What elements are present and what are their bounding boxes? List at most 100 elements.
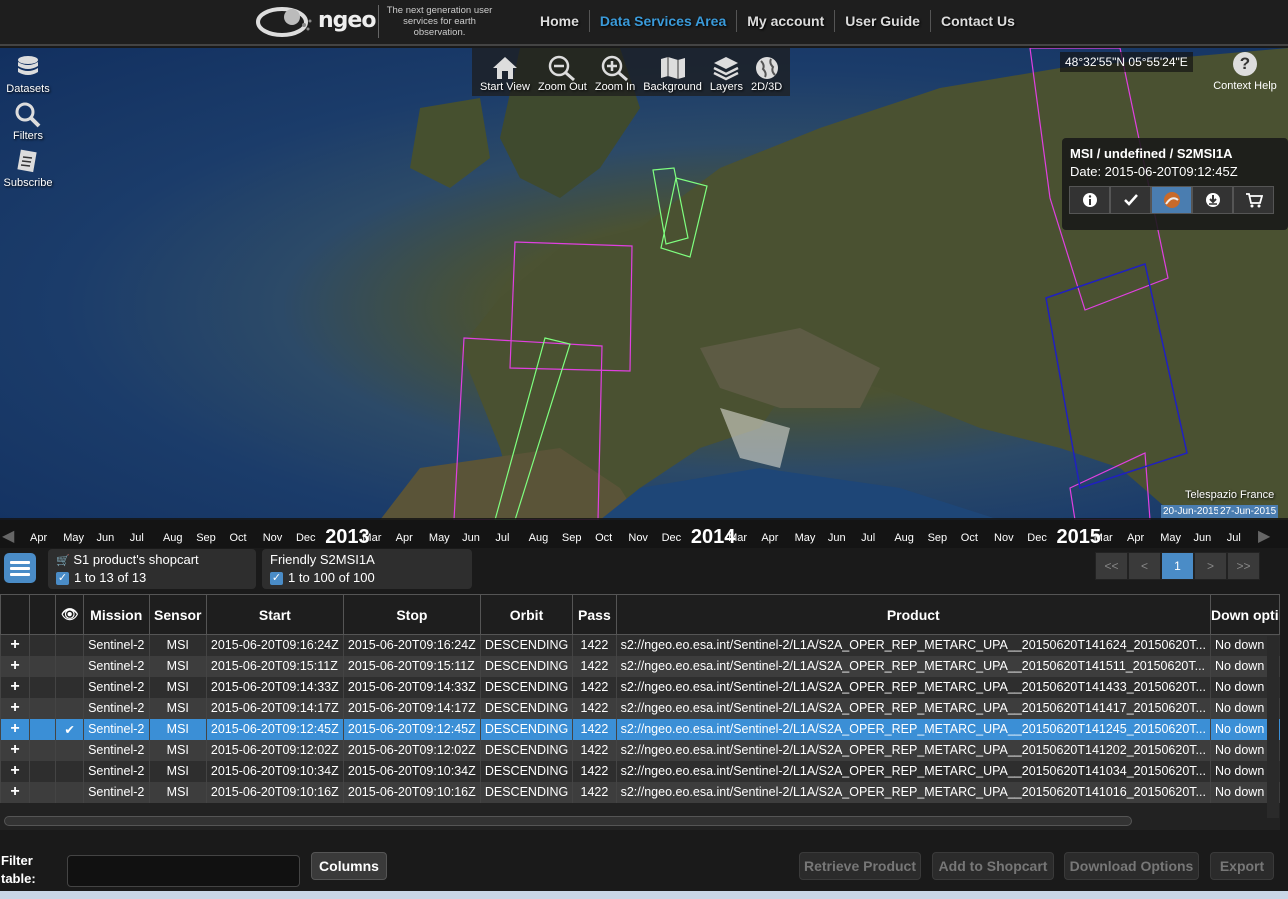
- expand-row-button[interactable]: +: [0, 634, 30, 656]
- dataset-tab-shopcart[interactable]: 🛒 S1 product's shopcart ✓ 1 to 13 of 13: [48, 549, 256, 589]
- datasets-tool[interactable]: Datasets: [0, 48, 56, 95]
- table-row[interactable]: + Sentinel-2 MSI 2015-06-20T09:10:16Z 2015-0…: [0, 781, 1280, 803]
- cell-mission: Sentinel-2: [82, 634, 150, 656]
- timeline-month-label: Dec: [1027, 532, 1047, 544]
- table-row[interactable]: + Sentinel-2 MSI 2015-06-20T09:14:33Z 2015-0…: [0, 676, 1280, 698]
- timeline-selection-start[interactable]: 20-Jun-2015: [1161, 505, 1222, 518]
- zoom-in-tool[interactable]: Zoom In: [591, 48, 639, 96]
- eye-icon: 👁: [60, 606, 79, 622]
- menu-button[interactable]: [4, 553, 36, 583]
- page-next-button[interactable]: >: [1194, 552, 1227, 580]
- table-vertical-scrollbar[interactable]: [1267, 636, 1279, 818]
- add-to-shopcart-button[interactable]: Add to Shopcart: [932, 852, 1054, 880]
- cell-pass: 1422: [572, 697, 617, 719]
- timeline-prev-icon[interactable]: ◀: [2, 526, 14, 546]
- download-button[interactable]: [1192, 186, 1233, 214]
- row-visibility-toggle[interactable]: [55, 676, 84, 698]
- row-select-checkbox[interactable]: [29, 760, 56, 782]
- timeline-month-label: May: [63, 532, 85, 544]
- filters-tool[interactable]: Filters: [0, 95, 56, 142]
- row-select-checkbox[interactable]: [29, 739, 56, 761]
- nav-user-guide[interactable]: User Guide: [835, 10, 931, 32]
- row-select-checkbox[interactable]: [29, 634, 56, 656]
- page-first-button[interactable]: <<: [1095, 552, 1128, 580]
- column-stop[interactable]: Stop: [342, 594, 481, 635]
- table-row[interactable]: + Sentinel-2 MSI 2015-06-20T09:12:02Z 2015-0…: [0, 739, 1280, 761]
- dataset-tab-s2msi1a-checkbox[interactable]: ✓: [270, 572, 283, 586]
- filters-label: Filters: [13, 130, 43, 142]
- browse-button[interactable]: [1151, 186, 1192, 214]
- filter-table-input[interactable]: [67, 855, 300, 887]
- expand-row-button[interactable]: +: [0, 718, 30, 740]
- 2d-3d-tool[interactable]: 2D/3D: [747, 48, 786, 96]
- download-options-button[interactable]: Download Options: [1064, 852, 1199, 880]
- column-start[interactable]: Start: [205, 594, 344, 635]
- subscribe-tool[interactable]: Subscribe: [0, 142, 56, 189]
- table-row[interactable]: + Sentinel-2 MSI 2015-06-20T09:14:17Z 2015-0…: [0, 697, 1280, 719]
- timeline-selection-end[interactable]: 27-Jun-2015: [1218, 505, 1279, 518]
- page-1-button[interactable]: 1: [1161, 552, 1194, 580]
- cell-sensor: MSI: [148, 781, 207, 803]
- column-visibility[interactable]: 👁: [55, 594, 84, 635]
- row-visibility-toggle[interactable]: [55, 634, 84, 656]
- expand-row-button[interactable]: +: [0, 655, 30, 677]
- cell-product: s2://ngeo.eo.esa.int/Sentinel-2/L1A/S2A_…: [615, 718, 1211, 740]
- info-button[interactable]: [1069, 186, 1110, 214]
- dataset-tab-shopcart-checkbox[interactable]: ✓: [56, 572, 69, 586]
- popup-title: MSI / undefined / S2MSI1A: [1070, 146, 1233, 161]
- row-select-checkbox[interactable]: [29, 718, 56, 740]
- table-row[interactable]: + Sentinel-2 MSI 2015-06-20T09:15:11Z 2015-0…: [0, 655, 1280, 677]
- column-mission[interactable]: Mission: [82, 594, 150, 635]
- expand-row-button[interactable]: +: [0, 739, 30, 761]
- columns-button[interactable]: Columns: [311, 852, 387, 880]
- cell-sensor: MSI: [148, 676, 207, 698]
- column-product[interactable]: Product: [615, 594, 1211, 635]
- row-select-checkbox[interactable]: [29, 655, 56, 677]
- column-download-options[interactable]: Down opti: [1209, 594, 1280, 635]
- column-pass[interactable]: Pass: [572, 594, 617, 635]
- page-prev-button[interactable]: <: [1128, 552, 1161, 580]
- row-visibility-toggle[interactable]: [55, 655, 84, 677]
- row-select-checkbox[interactable]: [29, 781, 56, 803]
- expand-row-button[interactable]: +: [0, 781, 30, 803]
- cart-icon: 🛒: [56, 555, 70, 567]
- row-visibility-toggle[interactable]: ✔: [55, 718, 84, 740]
- nav-home[interactable]: Home: [530, 10, 590, 32]
- row-select-checkbox[interactable]: [29, 676, 56, 698]
- select-button[interactable]: [1110, 186, 1151, 214]
- layers-tool[interactable]: Layers: [706, 48, 747, 96]
- start-view-label: Start View: [480, 81, 530, 93]
- column-select[interactable]: [29, 594, 57, 635]
- start-view-tool[interactable]: Start View: [476, 48, 534, 96]
- expand-row-button[interactable]: +: [0, 697, 30, 719]
- expand-row-button[interactable]: +: [0, 676, 30, 698]
- table-row[interactable]: + Sentinel-2 MSI 2015-06-20T09:10:34Z 2015-0…: [0, 760, 1280, 782]
- map-view[interactable]: [0, 48, 1288, 520]
- background-tool[interactable]: Background: [639, 48, 706, 96]
- nav-data-services-area[interactable]: Data Services Area: [590, 10, 738, 32]
- add-to-cart-button[interactable]: [1233, 186, 1274, 214]
- column-orbit[interactable]: Orbit: [479, 594, 574, 635]
- page-last-button[interactable]: >>: [1227, 552, 1260, 580]
- table-row[interactable]: + Sentinel-2 MSI 2015-06-20T09:16:24Z 2015-0…: [0, 634, 1280, 656]
- row-visibility-toggle[interactable]: [55, 760, 84, 782]
- export-button[interactable]: Export: [1210, 852, 1274, 880]
- nav-contact-us[interactable]: Contact Us: [931, 10, 1025, 32]
- row-select-checkbox[interactable]: [29, 697, 56, 719]
- timeline[interactable]: ◀ ▶ Apr May Jun Jul Aug Sep Oct Nov Dec 2013 Mar Ap…: [0, 518, 1288, 548]
- layers-icon: [713, 57, 739, 81]
- retrieve-product-button[interactable]: Retrieve Product: [799, 852, 921, 880]
- row-visibility-toggle[interactable]: [55, 697, 84, 719]
- context-help-tool[interactable]: ? Context Help: [1210, 52, 1280, 92]
- dataset-tab-s2msi1a[interactable]: Friendly S2MSI1A ✓ 1 to 100 of 100: [262, 549, 472, 589]
- nav-my-account[interactable]: My account: [737, 10, 836, 32]
- table-row[interactable]: + ✔ Sentinel-2 MSI 2015-06-20T09:12:45Z 2015-…: [0, 718, 1280, 740]
- column-sensor[interactable]: Sensor: [148, 594, 207, 635]
- zoom-out-tool[interactable]: Zoom Out: [534, 48, 591, 96]
- row-visibility-toggle[interactable]: [55, 739, 84, 761]
- expand-row-button[interactable]: +: [0, 760, 30, 782]
- row-visibility-toggle[interactable]: [55, 781, 84, 803]
- cell-pass: 1422: [572, 739, 617, 761]
- browse-icon: [1163, 192, 1180, 208]
- table-horizontal-scrollbar[interactable]: [4, 816, 1132, 826]
